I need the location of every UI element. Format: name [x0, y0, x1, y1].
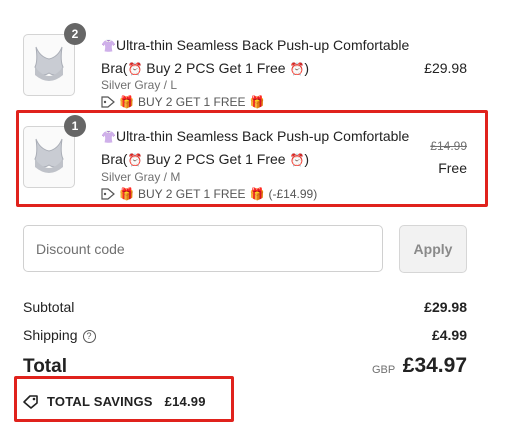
original-price: £14.99: [430, 139, 467, 153]
variant-label: Silver Gray / L: [101, 78, 178, 92]
gift-icon: 🎁: [249, 187, 265, 201]
subtotal-value: £29.98: [424, 299, 467, 315]
clock-icon: ⏰: [289, 153, 305, 167]
promo-line: 🎁 BUY 2 GET 1 FREE 🎁: [101, 95, 265, 109]
product-title: 👚Ultra-thin Seamless Back Push-up Comfor…: [101, 37, 410, 76]
bra-image-icon: [34, 138, 64, 173]
promo-discount: (-£14.99): [268, 187, 318, 201]
total-label: Total: [23, 356, 67, 377]
gift-icon: 🎁: [119, 95, 134, 109]
shirt-icon: 👚: [101, 39, 116, 53]
total-value: £34.97: [402, 354, 467, 377]
tag-icon: [101, 188, 115, 200]
promo-line: 🎁 BUY 2 GET 1 FREE 🎁 (-£14.99): [101, 187, 317, 201]
clock-icon: ⏰: [289, 62, 305, 76]
clock-icon: ⏰: [127, 153, 143, 167]
discount-code-input[interactable]: [23, 225, 383, 272]
quantity-badge: 2: [64, 23, 86, 45]
quantity-badge: 1: [64, 115, 86, 137]
savings-value: £14.99: [164, 394, 206, 409]
bra-image-icon: [34, 46, 64, 81]
product-title: 👚Ultra-thin Seamless Back Push-up Comfor…: [101, 128, 410, 167]
shipping-value: £4.99: [431, 327, 467, 343]
savings-label: TOTAL SAVINGS: [47, 394, 153, 409]
tag-icon: [23, 394, 38, 409]
item-price: Free: [438, 160, 467, 176]
help-icon[interactable]: ?: [82, 330, 96, 343]
item-price: £29.98: [424, 60, 467, 76]
apply-discount-button[interactable]: Apply: [399, 225, 467, 273]
shirt-icon: 👚: [101, 130, 116, 144]
total-savings: TOTAL SAVINGS £14.99: [23, 394, 206, 409]
shipping-label: Shipping: [23, 327, 78, 343]
product-thumbnail: 1: [23, 115, 86, 188]
clock-icon: ⏰: [127, 62, 143, 76]
subtotal-label: Subtotal: [23, 299, 75, 315]
currency-code: GBP: [372, 364, 396, 376]
gift-icon: 🎁: [249, 95, 265, 109]
variant-label: Silver Gray / M: [101, 170, 181, 184]
gift-icon: 🎁: [119, 187, 134, 201]
tag-icon: [101, 96, 115, 108]
product-thumbnail: 2: [23, 23, 86, 96]
